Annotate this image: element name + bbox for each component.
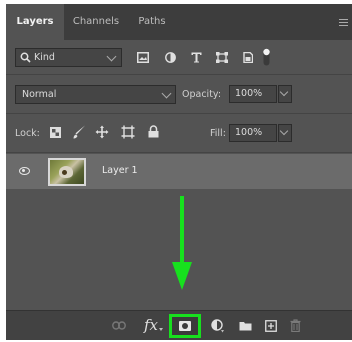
chevron-down-icon [106,51,117,62]
annotation-arrow-shaft [180,196,184,268]
eye-icon[interactable] [19,167,30,175]
adjustment-layer-icon[interactable] [211,319,224,333]
search-icon [20,52,31,63]
image-filter-icon[interactable] [137,52,149,63]
blend-mode-select[interactable]: Normal [15,85,176,104]
filter-row: Kind [6,40,352,74]
panel-tab-bar: Layers Channels Paths [6,4,352,40]
fill-value: 100% [235,127,263,138]
annotation-arrow-head [172,262,192,290]
fx-icon[interactable]: fx [144,316,158,334]
opacity-label: Opacity: [182,89,222,100]
link-layers-icon[interactable] [112,321,126,330]
lock-position-icon[interactable] [95,125,109,139]
tab-paths[interactable]: Paths [128,4,176,40]
group-folder-icon[interactable] [239,321,252,331]
filter-kind-label: Kind [34,52,55,63]
lock-artboard-icon[interactable] [121,125,135,139]
opacity-value: 100% [235,88,263,99]
chevron-down-icon [279,126,289,136]
fill-field[interactable]: 100% [229,124,277,142]
chevron-down-icon [161,88,172,99]
smart-object-filter-icon[interactable] [242,52,253,63]
lock-image-icon[interactable] [73,125,86,139]
lock-row: Lock: Fill: 100% [6,114,352,152]
fill-label: Fill: [210,128,226,139]
opacity-dropdown-button[interactable] [278,85,292,103]
shape-filter-icon[interactable] [216,52,228,63]
divider [6,152,352,153]
adjustment-filter-icon[interactable] [165,52,176,63]
filter-kind-select[interactable]: Kind [15,48,122,67]
new-layer-icon[interactable] [265,320,277,332]
panel-menu-icon[interactable] [339,19,348,26]
chevron-down-icon [279,87,289,97]
layers-panel: Layers Channels Paths Kind Normal Opacit… [6,4,352,340]
fill-dropdown-button[interactable] [278,124,292,142]
blend-mode-value: Normal [22,89,57,100]
filter-toggle-icon[interactable] [263,48,270,66]
panel-bottom-toolbar: fx [6,310,352,340]
add-mask-button[interactable] [169,314,201,338]
tab-layers[interactable]: Layers [6,4,64,40]
bird-image [59,166,73,178]
lock-label: Lock: [15,128,40,139]
fx-dropdown-icon [159,328,163,331]
tab-channels[interactable]: Channels [66,4,126,40]
lock-all-icon[interactable] [148,125,159,138]
blend-row: Normal Opacity: 100% [6,75,352,113]
trash-icon[interactable] [290,319,301,332]
lock-transparent-icon[interactable] [50,127,61,138]
layer-name[interactable]: Layer 1 [102,165,138,176]
layer-row[interactable]: Layer 1 [6,154,352,189]
add-mask-icon [179,321,191,331]
opacity-field[interactable]: 100% [229,85,277,103]
type-filter-icon[interactable] [191,52,202,63]
layer-thumbnail[interactable] [48,158,86,186]
